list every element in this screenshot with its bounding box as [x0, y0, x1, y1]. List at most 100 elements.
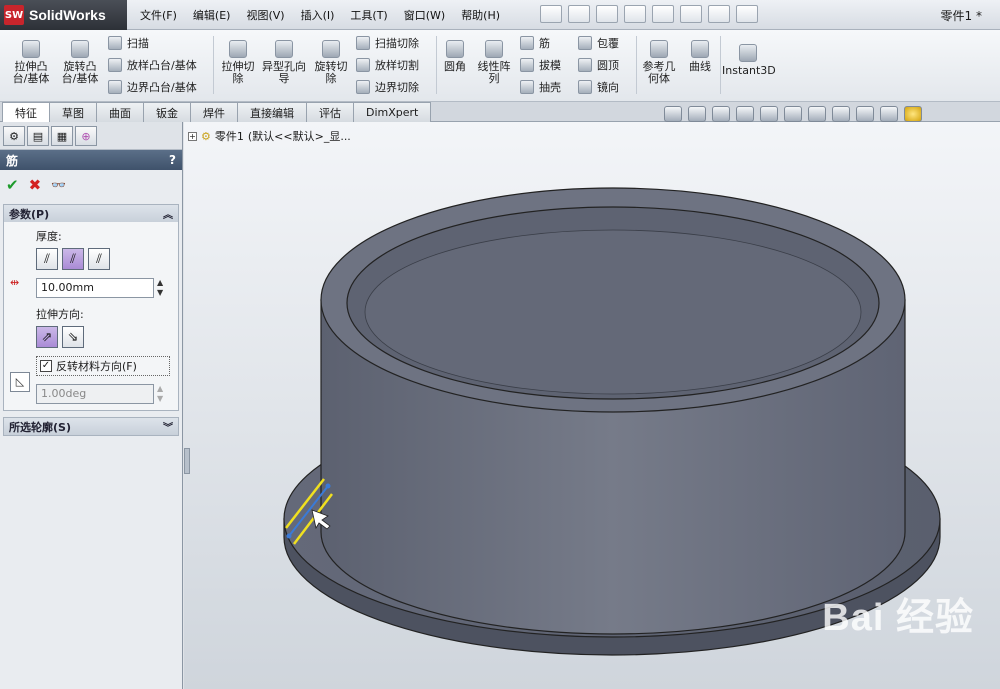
- thickness-input[interactable]: 10.00mm: [36, 278, 154, 298]
- zoom-to-fit-icon[interactable]: [664, 106, 682, 122]
- revolve-cut-button[interactable]: 旋转切除: [310, 40, 352, 85]
- menu-insert[interactable]: 插入(I): [293, 7, 343, 23]
- section-view-icon[interactable]: [736, 106, 754, 122]
- extrude-boss-button[interactable]: 拉伸凸台/基体: [8, 40, 54, 85]
- instant3d-button[interactable]: Instant3D: [722, 44, 776, 77]
- tab-sketch[interactable]: 草图: [49, 102, 97, 122]
- flip-material-checkbox[interactable]: ✓ 反转材料方向(F): [36, 356, 170, 376]
- configuration-manager-tab-icon[interactable]: ▦: [51, 126, 73, 146]
- display-style-icon[interactable]: [784, 106, 802, 122]
- save-icon[interactable]: [596, 5, 618, 23]
- graphics-area[interactable]: + ⚙ 零件1 (默认<<默认>_显... Bai 经验: [184, 122, 1000, 689]
- dome-button[interactable]: 圆顶: [578, 57, 619, 73]
- app-logo[interactable]: SW SolidWorks: [0, 0, 127, 30]
- shell-button[interactable]: 抽壳: [520, 79, 561, 95]
- previous-view-icon[interactable]: [712, 106, 730, 122]
- boundary-cut-button[interactable]: 边界切除: [356, 79, 419, 95]
- view-orientation-icon[interactable]: [760, 106, 778, 122]
- loft-cut-icon: [356, 58, 370, 72]
- panel-resize-handle[interactable]: [184, 448, 190, 474]
- curves-button[interactable]: 曲线: [684, 40, 716, 73]
- sweep-button[interactable]: 扫描: [108, 35, 149, 51]
- expand-chevron-icon[interactable]: ︾: [163, 419, 173, 434]
- cylinder-body[interactable]: [320, 187, 906, 635]
- tab-direct-editing[interactable]: 直接编辑: [237, 102, 307, 122]
- sweep-cut-button[interactable]: 扫描切除: [356, 35, 419, 51]
- options-icon[interactable]: [736, 5, 758, 23]
- draft-angle-input[interactable]: 1.00deg: [36, 384, 154, 404]
- fillet-button[interactable]: 圆角: [440, 40, 470, 73]
- rib-header: 筋 ?: [0, 150, 182, 170]
- loft-cut-button[interactable]: 放样切割: [356, 57, 419, 73]
- select-icon[interactable]: [680, 5, 702, 23]
- edit-appearance-icon[interactable]: [832, 106, 850, 122]
- extrude-boss-icon: [22, 40, 40, 58]
- loft-icon: [108, 58, 122, 72]
- normal-to-sketch-icon[interactable]: ⇘: [62, 326, 84, 348]
- dome-icon: [578, 58, 592, 72]
- second-side-icon[interactable]: ⫽: [88, 248, 110, 270]
- app-name: SolidWorks: [29, 7, 106, 23]
- dimxpert-manager-tab-icon[interactable]: ⊕: [75, 126, 97, 146]
- print-icon[interactable]: [624, 5, 646, 23]
- draft-spinner[interactable]: ▲ ▼: [157, 384, 167, 404]
- menu-window[interactable]: 窗口(W): [396, 7, 453, 23]
- tab-evaluate[interactable]: 评估: [306, 102, 354, 122]
- apply-scene-icon[interactable]: [856, 106, 874, 122]
- menu-edit[interactable]: 编辑(E): [185, 7, 239, 23]
- wrap-button[interactable]: 包覆: [578, 35, 619, 51]
- loft-boss-button[interactable]: 放样凸台/基体: [108, 57, 197, 73]
- menu-view[interactable]: 视图(V): [238, 7, 292, 23]
- tab-dimxpert[interactable]: DimXpert: [353, 102, 432, 122]
- direction-options: ⇗ ⇘: [36, 326, 172, 348]
- tab-weldments[interactable]: 焊件: [190, 102, 238, 122]
- tab-surfaces[interactable]: 曲面: [96, 102, 144, 122]
- selected-contours-header[interactable]: 所选轮廓(S) ︾: [4, 418, 178, 435]
- property-manager-tab-icon[interactable]: ▤: [27, 126, 49, 146]
- draft-button[interactable]: 拔模: [520, 57, 561, 73]
- checkbox-checked-icon[interactable]: ✓: [40, 360, 52, 372]
- property-manager: ⚙ ▤ ▦ ⊕ 筋 ? ✔ ✖ 👓 参数(P) ︽ 厚度: ⫽ ⫽ ⫽ ⇹ 10…: [0, 122, 183, 689]
- boundary-cut-icon: [356, 80, 370, 94]
- hide-show-items-icon[interactable]: [808, 106, 826, 122]
- realview-icon[interactable]: [904, 106, 922, 122]
- cancel-button[interactable]: ✖: [29, 176, 42, 194]
- rebuild-icon[interactable]: [708, 5, 730, 23]
- revolve-boss-button[interactable]: 旋转凸台/基体: [57, 40, 103, 85]
- both-sides-icon[interactable]: ⫽: [62, 248, 84, 270]
- menu-file[interactable]: 文件(F): [132, 7, 185, 23]
- feature-manager-tab-icon[interactable]: ⚙: [3, 126, 25, 146]
- tab-features[interactable]: 特征: [2, 102, 50, 122]
- menu-help[interactable]: 帮助(H): [453, 7, 508, 23]
- open-file-icon[interactable]: [568, 5, 590, 23]
- extrude-cut-button[interactable]: 拉伸切除: [218, 40, 258, 85]
- mirror-icon: [578, 80, 592, 94]
- menu-tools[interactable]: 工具(T): [342, 7, 395, 23]
- linear-pattern-button[interactable]: 线性阵列: [474, 40, 514, 85]
- first-side-icon[interactable]: ⫽: [36, 248, 58, 270]
- ribbon-separator: [436, 36, 437, 94]
- new-file-icon[interactable]: [540, 5, 562, 23]
- extrude-cut-icon: [229, 40, 247, 58]
- mirror-button[interactable]: 镜向: [578, 79, 619, 95]
- parallel-to-sketch-icon[interactable]: ⇗: [36, 326, 58, 348]
- view-settings-icon[interactable]: [880, 106, 898, 122]
- help-icon[interactable]: ?: [169, 153, 176, 167]
- parameters-group: 参数(P) ︽ 厚度: ⫽ ⫽ ⫽ ⇹ 10.00mm ▲ ▼ 拉伸方向: ⇗ ⇘…: [3, 204, 179, 411]
- boundary-boss-button[interactable]: 边界凸台/基体: [108, 79, 197, 95]
- rib-button[interactable]: 筋: [520, 35, 550, 51]
- hole-wizard-button[interactable]: 异型孔向导: [262, 40, 306, 85]
- linear-pattern-icon: [485, 40, 503, 58]
- zoom-to-area-icon[interactable]: [688, 106, 706, 122]
- reference-geometry-button[interactable]: 参考几何体: [640, 40, 678, 85]
- ok-button[interactable]: ✔: [6, 176, 19, 194]
- thickness-spinner[interactable]: ▲ ▼: [157, 278, 167, 298]
- draft-toggle-icon[interactable]: ◺: [10, 372, 30, 392]
- tab-sheet-metal[interactable]: 钣金: [143, 102, 191, 122]
- rib-icon: [520, 36, 534, 50]
- detailed-preview-icon[interactable]: 👓: [51, 178, 66, 192]
- quick-access-toolbar: [540, 5, 758, 23]
- undo-icon[interactable]: [652, 5, 674, 23]
- parameters-header[interactable]: 参数(P) ︽: [4, 205, 178, 222]
- collapse-chevron-icon[interactable]: ︽: [163, 206, 173, 221]
